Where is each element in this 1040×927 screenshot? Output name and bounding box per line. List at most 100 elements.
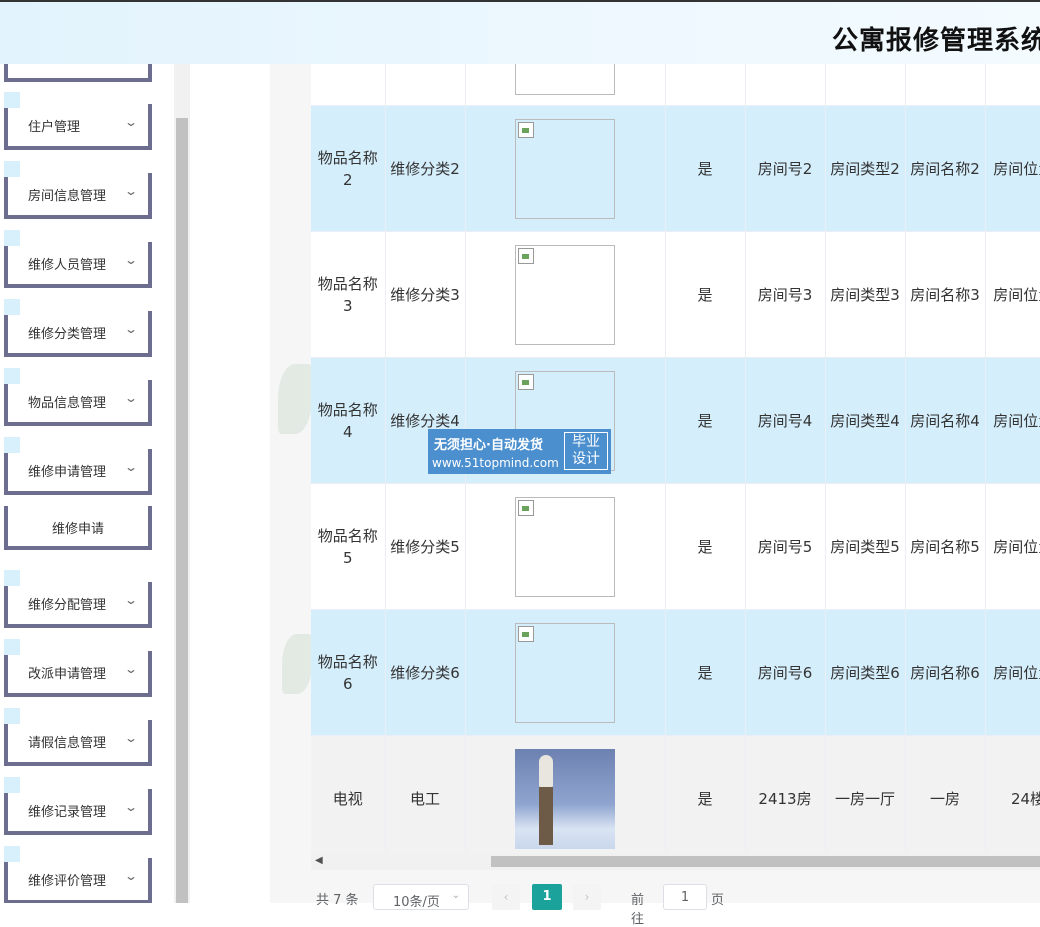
watermark-badge-line1: 毕业 xyxy=(572,434,600,450)
cell-room-type: 房间类型4 xyxy=(825,357,906,484)
cell-room-no: 房间号2 xyxy=(745,105,826,232)
sidebar-item-label: 维修人员管理 xyxy=(28,258,107,273)
table-row[interactable]: 物品名称6 维修分类6 是 房间号6 房间类型6 房间名称6 房间位置6 xyxy=(311,609,1040,736)
corner-decoration xyxy=(4,368,20,384)
scrollbar-thumb[interactable] xyxy=(491,856,1040,867)
broken-image-icon xyxy=(518,373,534,390)
prev-page-button[interactable]: ‹ xyxy=(492,884,520,910)
next-page-button[interactable]: › xyxy=(573,884,601,910)
corner-decoration xyxy=(4,299,20,315)
sidebar-item-reassign-requests[interactable]: 改派申请管理 ⌄ xyxy=(4,639,152,697)
cell-flag: 是 xyxy=(665,105,746,232)
cell-category: 维修分类3 xyxy=(385,231,466,358)
item-image-placeholder xyxy=(515,622,615,723)
sidebar-item-previous[interactable] xyxy=(4,64,152,82)
chevron-down-icon: ⌄ xyxy=(123,731,139,745)
sidebar-item-rooms[interactable]: 房间信息管理 ⌄ xyxy=(4,161,152,219)
cell-room-type: 房间类型5 xyxy=(825,483,906,610)
cell-flag: 是 xyxy=(665,231,746,358)
cell-item-name: 物品名称3 xyxy=(311,231,386,358)
corner-decoration xyxy=(4,570,20,586)
current-page[interactable]: 1 xyxy=(532,884,562,910)
watermark-line2: www.51topmind.com xyxy=(432,456,559,470)
table-row[interactable]: 物品名称4 维修分类4 是 房间号4 房间类型4 房间名称4 房间位置4 xyxy=(311,357,1040,484)
background-leaf xyxy=(278,364,312,434)
cell-room-position: 房间位置4 xyxy=(985,357,1040,484)
cell-category: 电工 xyxy=(385,735,466,862)
sidebar-item-label: 房间信息管理 xyxy=(28,189,107,204)
sidebar-item-label: 请假信息管理 xyxy=(28,736,107,751)
sidebar-item-repair-records[interactable]: 维修记录管理 ⌄ xyxy=(4,777,152,835)
cell-room-name: 房间名称4 xyxy=(905,357,986,484)
broken-image-icon xyxy=(518,499,534,516)
cell-room-position: 房间位置3 xyxy=(985,231,1040,358)
app-title: 公寓报修管理系统 xyxy=(832,26,1040,56)
item-photo xyxy=(515,748,615,849)
broken-image-icon xyxy=(518,247,534,264)
watermark-box: 毕业 设计 xyxy=(564,432,608,470)
watermark-badge-line2: 设计 xyxy=(572,451,600,467)
scrollbar-thumb[interactable] xyxy=(176,118,188,903)
sidebar-item-label: 住户管理 xyxy=(28,120,81,135)
sidebar-item-repair-assignment[interactable]: 维修分配管理 ⌄ xyxy=(4,570,152,628)
cell-room-no: 房间号6 xyxy=(745,609,826,736)
page-unit-label: 页 xyxy=(711,893,725,908)
goto-label: 前往 xyxy=(631,893,645,927)
corner-decoration xyxy=(4,708,20,724)
sidebar-item-repair-reviews[interactable]: 维修评价管理 ⌄ xyxy=(4,846,152,903)
cell-room-name: 房间名称6 xyxy=(905,609,986,736)
cell-flag: 是 xyxy=(665,735,746,862)
cell-room-no: 2413房 xyxy=(745,735,826,862)
table-row[interactable]: 物品名称3 维修分类3 是 房间号3 房间类型3 房间名称3 房间位置3 xyxy=(311,231,1040,358)
corner-decoration xyxy=(4,161,20,177)
header-bar: 公寓报修管理系统 xyxy=(0,0,1040,64)
cell-room-position: 24楼 xyxy=(985,735,1040,862)
cell-item-name: 物品名称2 xyxy=(311,105,386,232)
cell-category: 维修分类6 xyxy=(385,609,466,736)
cell-room-position: 房间位置5 xyxy=(985,483,1040,610)
chevron-down-icon: ⌄ xyxy=(123,115,139,129)
cell-category: 维修分类2 xyxy=(385,105,466,232)
sidebar: 住户管理 ⌄ 房间信息管理 ⌄ 维修人员管理 ⌄ 维修分类管理 ⌄ 物品信息管理… xyxy=(0,64,174,903)
table-horizontal-scrollbar[interactable]: ◀ xyxy=(311,853,1040,870)
cell-room-name: 房间名称3 xyxy=(905,231,986,358)
corner-decoration xyxy=(4,639,20,655)
cell-room-no: 房间号3 xyxy=(745,231,826,358)
cell-category: 维修分类5 xyxy=(385,483,466,610)
cell-flag: 是 xyxy=(665,483,746,610)
sidebar-item-leave[interactable]: 请假信息管理 ⌄ xyxy=(4,708,152,766)
table-row[interactable]: 物品名称2 维修分类2 是 房间号2 房间类型2 房间名称2 房间位置2 xyxy=(311,105,1040,232)
table-row[interactable]: 物品名称5 维修分类5 是 房间号5 房间类型5 房间名称5 房间位置5 xyxy=(311,483,1040,610)
watermark-line1: 无须担心·自动发货 xyxy=(434,438,543,453)
submenu-item-repair-request[interactable]: 维修申请 xyxy=(4,506,152,550)
sidebar-item-repair-staff[interactable]: 维修人员管理 ⌄ xyxy=(4,230,152,288)
cell-item-name: 物品名称5 xyxy=(311,483,386,610)
chevron-down-icon: ⌄ xyxy=(123,460,139,474)
post-figure xyxy=(539,786,553,845)
sidebar-item-items[interactable]: 物品信息管理 ⌄ xyxy=(4,368,152,426)
sidebar-scrollbar[interactable] xyxy=(174,64,190,903)
item-image-placeholder xyxy=(515,496,615,597)
table-row[interactable]: 电视 电工 是 2413房 一房一厅 一房 24楼 xyxy=(311,735,1040,862)
submenu-item-label: 维修申请 xyxy=(51,522,104,537)
sidebar-item-repair-requests[interactable]: 维修申请管理 ⌄ xyxy=(4,437,152,495)
cell-item-name: 电视 xyxy=(311,735,386,862)
cell-room-no: 房间号4 xyxy=(745,357,826,484)
sidebar-item-label: 维修分配管理 xyxy=(28,598,107,613)
sidebar-item-label: 维修评价管理 xyxy=(28,874,107,889)
scroll-left-icon[interactable]: ◀ xyxy=(315,855,323,866)
chevron-down-icon: ⌄ xyxy=(123,593,139,607)
sidebar-item-residents[interactable]: 住户管理 ⌄ xyxy=(4,92,152,150)
cell-room-position: 房间位置6 xyxy=(985,609,1040,736)
sidebar-item-repair-categories[interactable]: 维修分类管理 ⌄ xyxy=(4,299,152,357)
corner-decoration xyxy=(4,92,20,108)
cell-item-name: 物品名称6 xyxy=(311,609,386,736)
sidebar-item-label: 物品信息管理 xyxy=(28,396,107,411)
goto-page-input[interactable]: 1 xyxy=(663,884,707,910)
cell-item-name: 物品名称4 xyxy=(311,357,386,484)
page-size-select[interactable]: 10条/页 ⌄ xyxy=(373,884,469,910)
cell-room-name: 房间名称5 xyxy=(905,483,986,610)
cell-room-type: 房间类型2 xyxy=(825,105,906,232)
sidebar-item-label: 维修记录管理 xyxy=(28,805,107,820)
sidebar-item-label: 维修分类管理 xyxy=(28,327,107,342)
